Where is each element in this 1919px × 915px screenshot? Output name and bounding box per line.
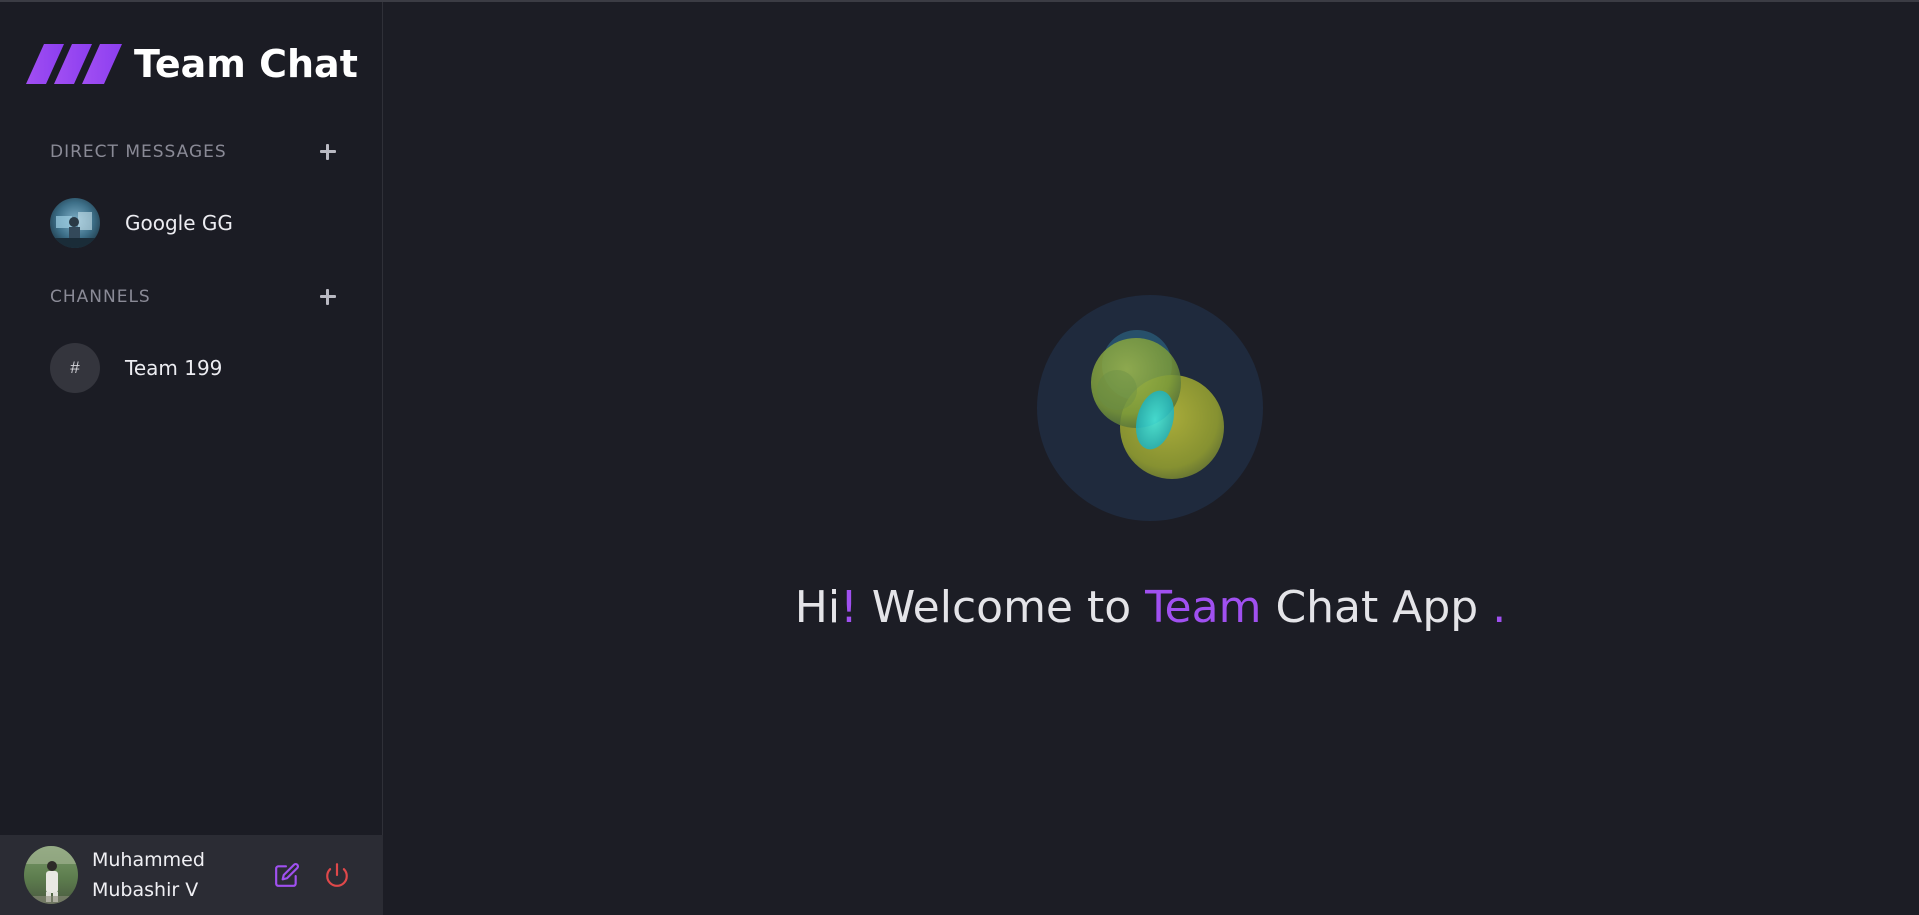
app-title: Team Chat (134, 42, 358, 86)
add-channel-button[interactable] (316, 285, 340, 309)
app-shell: Team Chat DIRECT MESSAGES Google GG CHAN… (0, 2, 1919, 915)
dm-item-label: Google GG (125, 211, 233, 235)
channels-title: CHANNELS (50, 287, 151, 307)
user-last-name: Mubashir V (92, 879, 199, 901)
welcome-text: Welcome to (857, 582, 1146, 633)
avatar (50, 198, 100, 248)
channels-header: CHANNELS (50, 285, 340, 309)
brand: Team Chat (26, 42, 358, 86)
welcome-orb-illustration (1037, 295, 1263, 521)
edit-profile-button[interactable] (272, 860, 302, 890)
welcome-message: Hi! Welcome to Team Chat App . (383, 582, 1918, 633)
welcome-exclamation: ! (840, 582, 858, 633)
channel-item-team-199[interactable]: # Team 199 (50, 342, 340, 394)
hash-icon: # (50, 343, 100, 393)
user-first-name: Muhammed (92, 849, 205, 871)
dm-item-google-gg[interactable]: Google GG (50, 197, 340, 249)
user-actions (272, 860, 372, 890)
channel-item-label: Team 199 (125, 356, 223, 380)
power-icon (326, 863, 348, 887)
welcome-chat-app: Chat App (1261, 582, 1493, 633)
team-chat-logo-icon (26, 44, 122, 84)
welcome-hi: Hi (794, 582, 841, 633)
welcome-team: Team (1145, 582, 1262, 633)
current-user-name: Muhammed Mubashir V (92, 845, 262, 905)
direct-messages-title: DIRECT MESSAGES (50, 142, 227, 162)
edit-icon (275, 863, 299, 887)
add-direct-message-button[interactable] (316, 140, 340, 164)
avatar[interactable] (24, 846, 78, 904)
direct-messages-header: DIRECT MESSAGES (50, 140, 340, 164)
current-user-bar: Muhammed Mubashir V (0, 835, 383, 915)
main-panel: Hi! Welcome to Team Chat App . (383, 2, 1919, 915)
sidebar: Team Chat DIRECT MESSAGES Google GG CHAN… (0, 2, 383, 915)
welcome-dot: . (1492, 582, 1507, 633)
logout-button[interactable] (322, 860, 352, 890)
